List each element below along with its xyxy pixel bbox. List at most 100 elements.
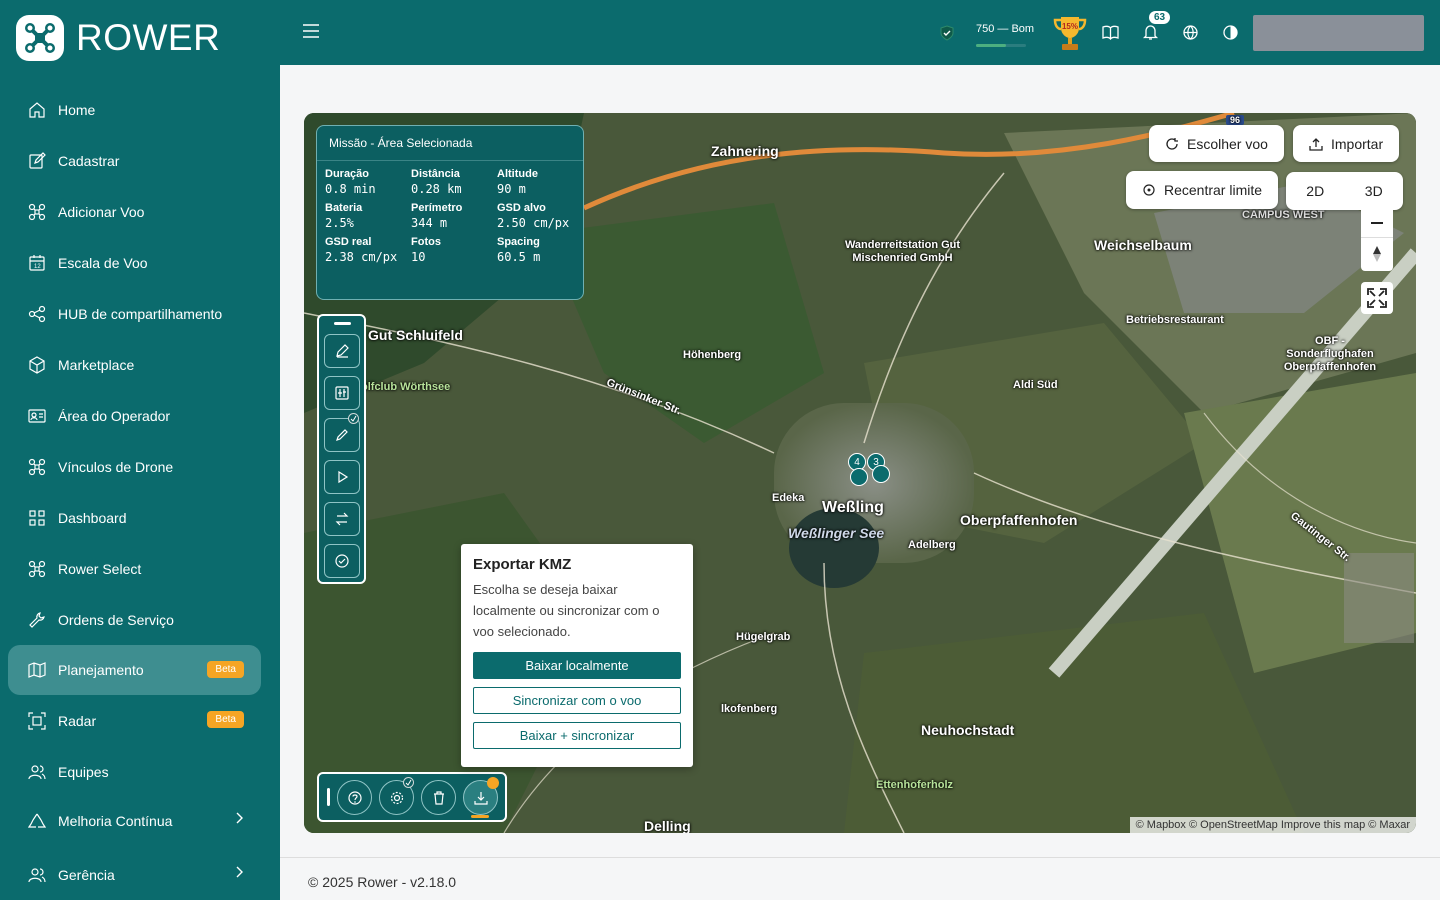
map-label-neuhoch: Neuhochstadt: [921, 722, 1015, 738]
map-label-edeka: Edeka: [772, 492, 805, 504]
drag-handle[interactable]: [334, 322, 351, 325]
sidebar-item-gerencia[interactable]: Gerência: [8, 849, 261, 900]
play-icon[interactable]: [324, 460, 360, 494]
wrench-icon: [28, 611, 46, 629]
sidebar-item-label: Adicionar Voo: [58, 203, 145, 220]
grid-calculator-icon[interactable]: [324, 376, 360, 410]
trash-icon[interactable]: [421, 780, 456, 815]
fullscreen-icon[interactable]: [1361, 282, 1393, 314]
active-indicator: [471, 815, 489, 818]
mission-stat: Bateria 2.5%: [325, 202, 411, 230]
check-badge-icon: [348, 413, 359, 424]
sidebar-item-area-do-operador[interactable]: Área do Operador: [8, 390, 261, 441]
trophy-percent: 15%: [1062, 22, 1078, 31]
book-icon[interactable]: [1102, 24, 1119, 46]
top-header: 750 — Bom 15% 63: [280, 0, 1440, 65]
stat-label: Bateria: [325, 202, 363, 214]
sidebar-item-vinculos-de-drone[interactable]: Vínculos de Drone: [8, 441, 261, 492]
mission-title: Missão - Área Selecionada: [317, 126, 583, 161]
map-view[interactable]: Zahnering Wanderreitstation Gut Mischenr…: [304, 113, 1416, 833]
map-label-golf: olfclub Wörthsee: [361, 381, 451, 393]
shield-check-icon: [939, 25, 955, 46]
stat-value: 60.5 m: [497, 250, 541, 264]
app-name: ROWER: [76, 17, 221, 58]
popover-title: Exportar KMZ: [473, 556, 572, 573]
sidebar-item-planejamento[interactable]: Planejamento Beta: [8, 645, 261, 695]
sidebar-item-label: Radar: [58, 712, 97, 729]
map-label-obf: OBF - Sonderflughafen Oberpfaffenhofen: [1283, 335, 1377, 373]
sidebar-item-marketplace[interactable]: Marketplace: [8, 339, 261, 390]
sidebar-item-label: Vínculos de Drone: [58, 458, 174, 475]
help-icon[interactable]: [337, 780, 372, 815]
sidebar-item-equipes[interactable]: Equipes: [8, 746, 261, 797]
mission-stat: Fotos 10: [411, 236, 497, 264]
road-shield-96: 96: [1226, 115, 1245, 125]
logo[interactable]: ROWER: [16, 15, 220, 61]
box-icon: [28, 355, 46, 374]
refresh-icon: [1166, 137, 1178, 150]
map-label-hoehenberg: Höhenberg: [683, 349, 742, 361]
stat-label: Perímetro: [411, 202, 463, 214]
sidebar-item-ordens-de-servico[interactable]: Ordens de Serviço: [8, 594, 261, 645]
footer-text: © 2025 Rower - v2.18.0: [308, 874, 457, 890]
globe-icon[interactable]: [1182, 24, 1199, 46]
bell-icon[interactable]: [1142, 24, 1159, 46]
map-label-adelberg: Adelberg: [908, 539, 956, 551]
trophy-icon[interactable]: 15%: [1052, 14, 1088, 52]
compass-icon[interactable]: [1361, 237, 1393, 269]
sidebar-item-escala-de-voo[interactable]: 12 Escala de Voo: [8, 237, 261, 288]
sidebar-item-radar[interactable]: Radar Beta: [8, 695, 261, 746]
menu-icon[interactable]: [302, 23, 320, 44]
sidebar-item-home[interactable]: Home: [8, 84, 261, 135]
map-label-aldi: Aldi Süd: [1013, 379, 1058, 391]
recenter-button[interactable]: Recentrar limite: [1126, 171, 1279, 209]
check-circle-icon[interactable]: [324, 544, 360, 578]
zoom-controls: [1361, 209, 1393, 271]
users-icon: [28, 763, 46, 781]
waypoint-marker[interactable]: [872, 465, 890, 483]
drone-icon: [28, 458, 46, 476]
stat-value: 2.5%: [325, 216, 354, 230]
swap-icon[interactable]: [324, 502, 360, 536]
sidebar-item-hub-de-compartilhamento[interactable]: HUB de compartilhamento: [8, 288, 261, 339]
map-label-lkofen: lkofenberg: [721, 703, 778, 715]
stat-value: 0.8 min: [325, 182, 376, 196]
notification-badge: 63: [1149, 11, 1171, 24]
sidebar-item-dashboard[interactable]: Dashboard: [8, 492, 261, 543]
beta-badge: Beta: [207, 711, 244, 728]
stat-value: 2.50 cm/px: [497, 216, 570, 230]
mission-stat: Duração 0.8 min: [325, 168, 411, 196]
view-2d-button[interactable]: 2D: [1286, 172, 1345, 210]
sidebar-item-melhoria-continua[interactable]: Melhoria Contínua: [8, 795, 261, 846]
drone-icon: [28, 560, 46, 578]
sidebar-item-adicionar-voo[interactable]: Adicionar Voo: [8, 186, 261, 237]
stat-label: Spacing: [497, 236, 540, 248]
waypoint-marker[interactable]: [850, 468, 868, 486]
choose-flight-button[interactable]: Escolher voo: [1149, 125, 1284, 162]
share-icon: [28, 305, 46, 323]
pencil-icon[interactable]: [324, 334, 360, 368]
sidebar-item-label: Marketplace: [58, 356, 135, 373]
download-local-button[interactable]: Baixar localmente: [473, 652, 681, 679]
drag-handle[interactable]: [327, 788, 330, 806]
sidebar-item-cadastrar[interactable]: Cadastrar: [8, 135, 261, 186]
sidebar-item-label: Melhoria Contínua: [58, 812, 173, 829]
map-icon: [28, 661, 46, 679]
user-menu[interactable]: [1253, 15, 1424, 51]
edit-icon: [28, 151, 46, 170]
download-and-sync-button[interactable]: Baixar + sincronizar: [473, 722, 681, 749]
sidebar-item-rower-select[interactable]: Rower Select: [8, 543, 261, 594]
calendar-icon: 12: [28, 254, 46, 272]
map-label-oberpf: Oberpfaffenhofen: [960, 512, 1078, 528]
mission-stat: Spacing 60.5 m: [497, 236, 583, 264]
theme-toggle-icon[interactable]: [1222, 24, 1239, 46]
export-kmz-popover: Exportar KMZ Escolha se deseja baixar lo…: [461, 544, 693, 767]
stat-label: GSD alvo: [497, 202, 546, 214]
mission-stat: Perímetro 344 m: [411, 202, 497, 230]
chevron-right-icon: [235, 811, 243, 829]
zoom-out-icon[interactable]: [1361, 209, 1393, 237]
import-button[interactable]: Importar: [1293, 125, 1400, 162]
map-attribution[interactable]: © Mapbox © OpenStreetMap Improve this ma…: [1129, 817, 1416, 833]
view-3d-button[interactable]: 3D: [1345, 172, 1404, 210]
sync-flight-button[interactable]: Sincronizar com o voo: [473, 687, 681, 714]
